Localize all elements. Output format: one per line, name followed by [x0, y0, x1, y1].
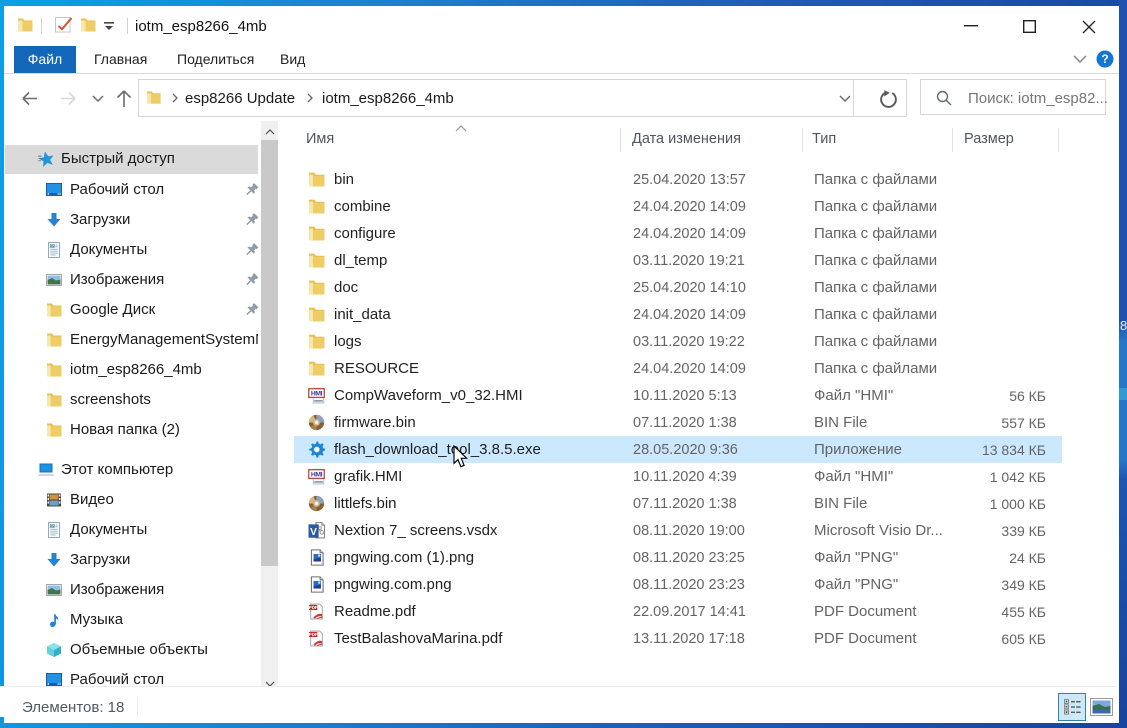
svg-text:PDF: PDF: [309, 605, 318, 610]
svg-text:PDF: PDF: [309, 632, 318, 637]
svg-text:HMI: HMI: [311, 472, 323, 479]
svg-text:V: V: [310, 527, 317, 538]
svg-text:HMI: HMI: [311, 391, 323, 398]
svg-text:?: ?: [1101, 52, 1108, 66]
